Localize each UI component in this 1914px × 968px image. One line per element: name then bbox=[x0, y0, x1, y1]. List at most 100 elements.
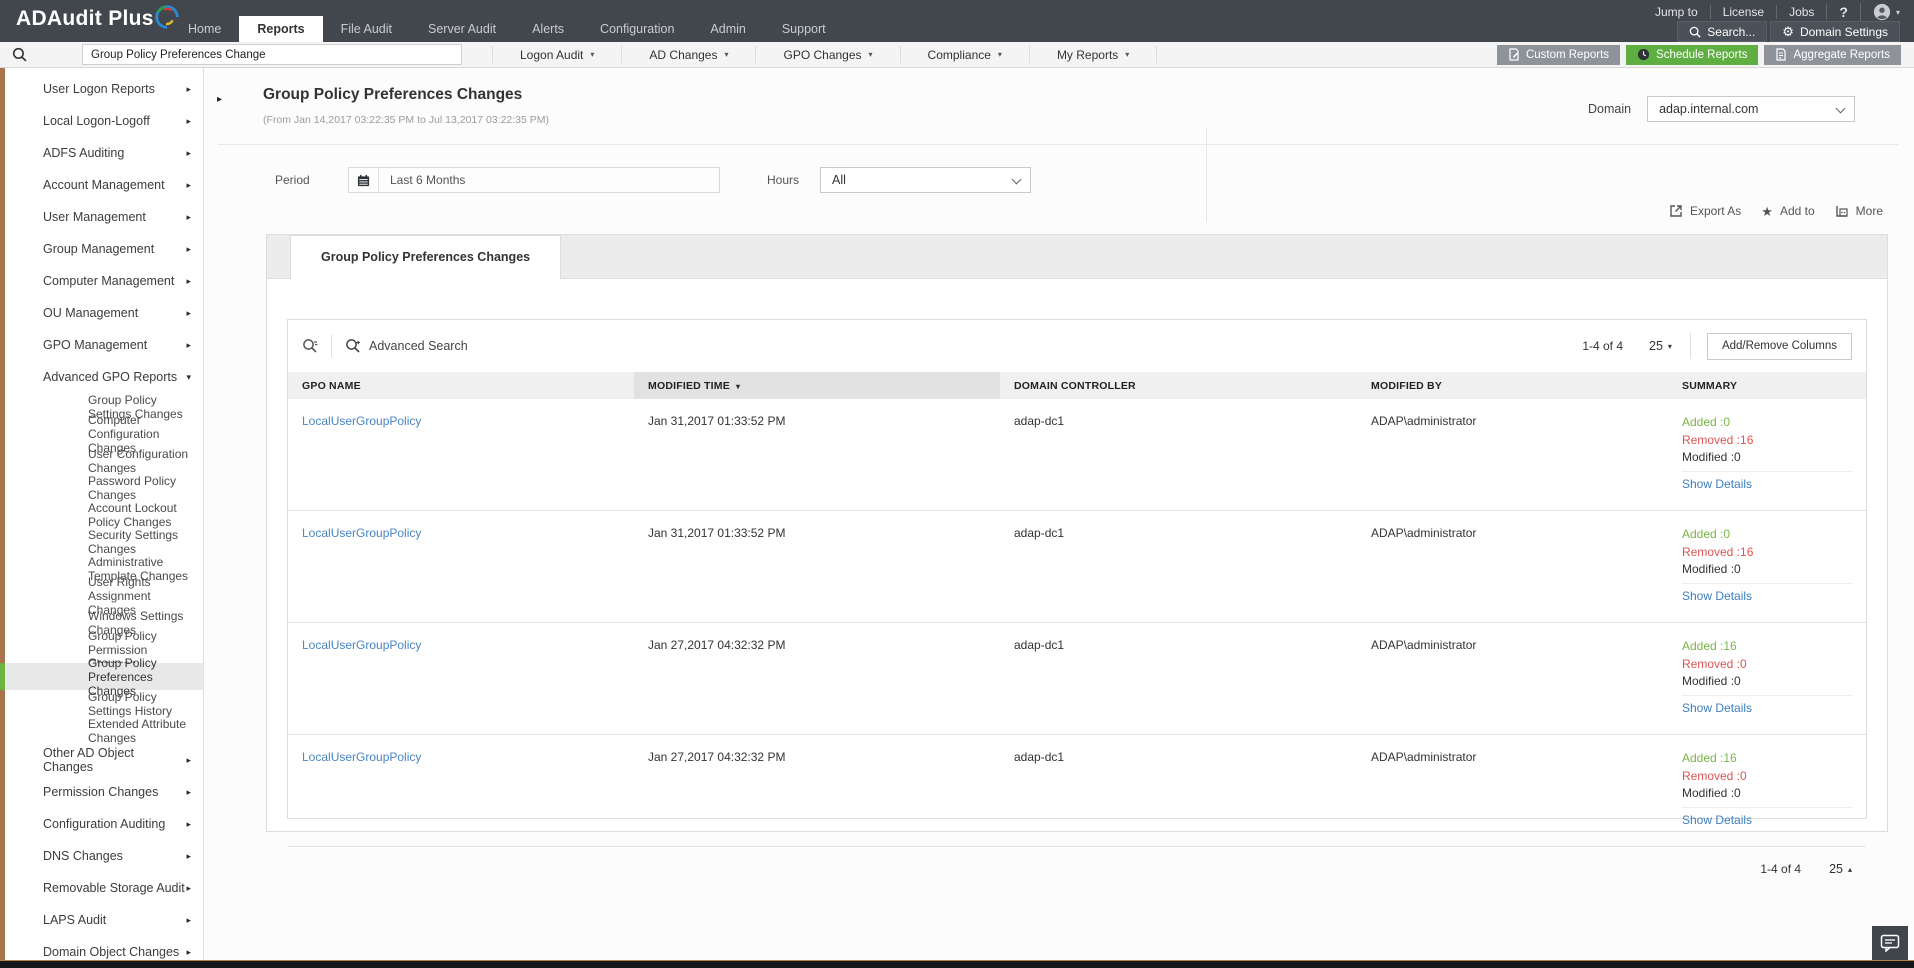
sidebar-item-configuration-auditing[interactable]: Configuration Auditing ▸ bbox=[5, 808, 203, 840]
export-as-button[interactable]: Export As bbox=[1669, 204, 1741, 218]
sidebar-item-group-management[interactable]: Group Management ▸ bbox=[5, 233, 203, 265]
domain-select[interactable]: adap.internal.com bbox=[1647, 96, 1856, 122]
column-header-label: MODIFIED TIME bbox=[648, 379, 730, 392]
period-input[interactable]: Last 6 Months bbox=[348, 167, 720, 193]
sidebar-item-account-lockout-policy-changes[interactable]: Account Lockout Policy Changes bbox=[5, 501, 203, 529]
summary-removed: Removed :0 bbox=[1682, 656, 1747, 671]
period-value: Last 6 Months bbox=[390, 173, 466, 187]
sidebar-item-other-ad-object-changes[interactable]: Other AD Object Changes ▸ bbox=[5, 744, 203, 776]
table-row: LocalUserGroupPolicy Jan 27,2017 04:32:32… bbox=[288, 622, 1866, 735]
sidebar-item-security-settings-changes[interactable]: Security Settings Changes bbox=[5, 528, 203, 556]
column-header-modified-time[interactable]: MODIFIED TIME ▾ bbox=[634, 372, 1000, 399]
topbar-link-jobs[interactable]: Jobs bbox=[1776, 5, 1826, 19]
column-search-icon[interactable] bbox=[302, 338, 318, 354]
gpo-name-link[interactable]: LocalUserGroupPolicy bbox=[302, 750, 421, 764]
add-to-label: Add to bbox=[1779, 204, 1815, 218]
sidebar-item-gpo-management[interactable]: GPO Management ▸ bbox=[5, 329, 203, 361]
sidebar-item-password-policy-changes[interactable]: Password Policy Changes bbox=[5, 474, 203, 502]
show-details-link[interactable]: Show Details bbox=[1682, 588, 1752, 606]
schedule-reports-label: Schedule Reports bbox=[1656, 48, 1748, 61]
sidebar-item-advanced-gpo-reports[interactable]: Advanced GPO Reports ▾ bbox=[5, 361, 203, 393]
topbar-right: Jump to License Jobs? ▾ Search... ⚙ Domain… bbox=[1643, 0, 1900, 42]
more-button[interactable]: More bbox=[1835, 204, 1883, 218]
nav-tab-reports[interactable]: Reports bbox=[239, 16, 323, 42]
tab-group-policy-preferences-changes[interactable]: Group Policy Preferences Changes bbox=[290, 235, 562, 279]
sidebar-collapse-icon[interactable]: ▸ bbox=[217, 94, 222, 105]
add-to-button[interactable]: ★ Add to bbox=[1761, 204, 1814, 218]
nav-tab-home[interactable]: Home bbox=[170, 16, 239, 42]
show-details-link[interactable]: Show Details bbox=[1682, 700, 1752, 718]
sidebar-item-label: ADFS Auditing bbox=[43, 146, 125, 160]
toolbar-divider bbox=[1689, 333, 1691, 359]
sidebar-item-label: Domain Object Changes bbox=[43, 945, 180, 959]
sidebar-item-group-policy-preferences-changes[interactable]: Group Policy Preferences Changes bbox=[0, 656, 203, 698]
sidebar-item-group-policy-settings-history[interactable]: Group Policy Settings History bbox=[5, 690, 203, 718]
feedback-chat-button[interactable] bbox=[1872, 926, 1908, 960]
sidebar-item-permission-changes[interactable]: Permission Changes ▸ bbox=[5, 776, 203, 808]
menu-gpo-changes[interactable]: GPO Changes ▾ bbox=[756, 46, 901, 63]
custom-report-icon bbox=[1508, 48, 1520, 61]
nav-tab-alerts[interactable]: Alerts bbox=[514, 16, 582, 42]
schedule-reports-button[interactable]: Schedule Reports bbox=[1626, 44, 1759, 65]
modified-time-cell: Jan 31,2017 01:33:52 PM bbox=[634, 510, 1000, 623]
global-search-button[interactable]: Search... bbox=[1677, 21, 1768, 42]
nav-tab-server-audit[interactable]: Server Audit bbox=[410, 16, 514, 42]
gpo-name-link[interactable]: LocalUserGroupPolicy bbox=[302, 638, 421, 652]
show-details-link[interactable]: Show Details bbox=[1682, 476, 1752, 494]
summary-cell: Added :16 Removed :0 Modified :0 Show Detai… bbox=[1668, 734, 1866, 847]
summary-added: Added :16 bbox=[1682, 639, 1737, 653]
column-header-gpo-name[interactable]: GPO NAME bbox=[288, 372, 634, 399]
topbar-link-license[interactable]: License bbox=[1709, 5, 1776, 19]
report-search-input[interactable] bbox=[82, 44, 462, 65]
sidebar-item-laps-audit[interactable]: LAPS Audit ▸ bbox=[5, 904, 203, 936]
chevron-right-icon: ▸ bbox=[186, 818, 191, 829]
table-footer: 1-4 of 4 25 ▴ bbox=[288, 847, 1866, 891]
menu-my-reports[interactable]: My Reports ▾ bbox=[1030, 46, 1158, 63]
menu-compliance[interactable]: Compliance ▾ bbox=[901, 46, 1030, 63]
domain-settings-button[interactable]: ⚙ Domain Settings bbox=[1770, 21, 1900, 42]
hours-select[interactable]: All bbox=[820, 167, 1031, 193]
report-search-icon[interactable] bbox=[12, 47, 27, 62]
nav-tab-file-audit[interactable]: File Audit bbox=[323, 16, 410, 42]
sidebar-item-label: Removable Storage Audit bbox=[43, 881, 185, 895]
report-date-range: (From Jan 14,2017 03:22:35 PM to Jul 13,… bbox=[263, 114, 550, 126]
sidebar-item-user-logon-reports[interactable]: User Logon Reports ▸ bbox=[5, 73, 203, 105]
nav-tab-support[interactable]: Support bbox=[764, 16, 844, 42]
user-menu[interactable]: ▾ bbox=[1859, 3, 1900, 21]
nav-tab-configuration[interactable]: Configuration bbox=[582, 16, 692, 42]
advanced-search-button[interactable]: Advanced Search bbox=[345, 338, 468, 354]
show-details-link[interactable]: Show Details bbox=[1682, 812, 1752, 830]
aggregate-reports-button[interactable]: Aggregate Reports bbox=[1764, 44, 1901, 65]
sidebar-item-user-configuration-changes[interactable]: User Configuration Changes bbox=[5, 447, 203, 475]
chevron-down-icon: ▾ bbox=[1125, 50, 1130, 59]
column-header-summary[interactable]: SUMMARY bbox=[1668, 372, 1866, 399]
gpo-name-link[interactable]: LocalUserGroupPolicy bbox=[302, 414, 421, 428]
hours-select-value: All bbox=[832, 173, 846, 187]
sidebar-item-account-management[interactable]: Account Management ▸ bbox=[5, 169, 203, 201]
sidebar-item-local-logon-logoff[interactable]: Local Logon-Logoff ▸ bbox=[5, 105, 203, 137]
sidebar-item-label: Permission Changes bbox=[43, 785, 159, 799]
sidebar-item-computer-management[interactable]: Computer Management ▸ bbox=[5, 265, 203, 297]
column-header-domain-controller[interactable]: DOMAIN CONTROLLER bbox=[1000, 372, 1357, 399]
nav-tab-admin[interactable]: Admin bbox=[692, 16, 763, 42]
page-size-select[interactable]: 25 ▾ bbox=[1649, 339, 1672, 353]
gpo-name-link[interactable]: LocalUserGroupPolicy bbox=[302, 526, 421, 540]
menu-ad-changes[interactable]: AD Changes ▾ bbox=[622, 46, 757, 63]
column-header-modified-by[interactable]: MODIFIED BY bbox=[1357, 372, 1668, 399]
menu-label: GPO Changes bbox=[783, 47, 862, 62]
sidebar-item-user-rights-assignment-changes[interactable]: User Rights Assignment Changes bbox=[5, 575, 203, 617]
sidebar-item-extended-attribute-changes[interactable]: Extended Attribute Changes bbox=[5, 717, 203, 745]
sidebar-item-removable-storage-audit[interactable]: Removable Storage Audit ▸ bbox=[5, 872, 203, 904]
footer-page-size-select[interactable]: 25 ▴ bbox=[1829, 862, 1852, 876]
sidebar-item-ou-management[interactable]: OU Management ▸ bbox=[5, 297, 203, 329]
sidebar-item-adfs-auditing[interactable]: ADFS Auditing ▸ bbox=[5, 137, 203, 169]
help-icon[interactable]: ? bbox=[1826, 4, 1860, 20]
sidebar-item-user-management[interactable]: User Management ▸ bbox=[5, 201, 203, 233]
sidebar-item-computer-configuration-changes[interactable]: Computer Configuration Changes bbox=[5, 413, 203, 455]
domain-selector: Domain adap.internal.com bbox=[1588, 96, 1856, 122]
menu-logon-audit[interactable]: Logon Audit ▾ bbox=[492, 46, 623, 63]
topbar-link-jump-to[interactable]: Jump to bbox=[1643, 5, 1710, 19]
sidebar-item-dns-changes[interactable]: DNS Changes ▸ bbox=[5, 840, 203, 872]
add-remove-columns-button[interactable]: Add/Remove Columns bbox=[1706, 332, 1852, 360]
custom-reports-button[interactable]: Custom Reports bbox=[1496, 44, 1621, 65]
